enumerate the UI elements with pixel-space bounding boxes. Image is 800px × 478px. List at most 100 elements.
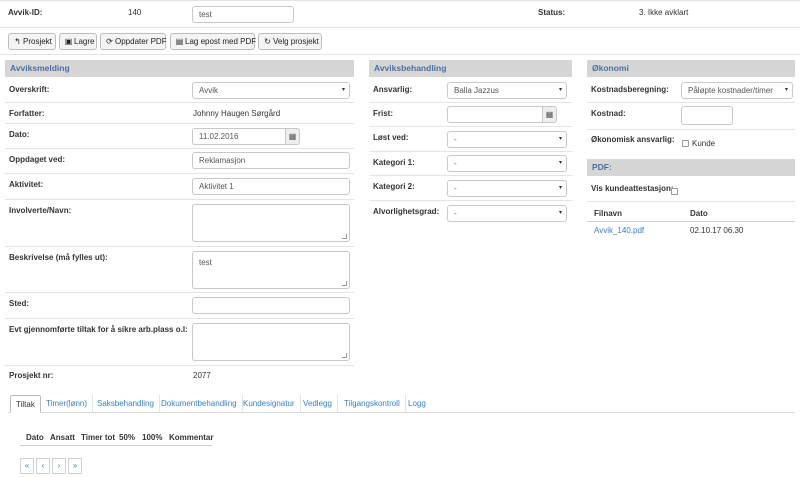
kategori1-label: Kategori 1:: [373, 158, 415, 167]
okonomisk-ansvarlig-label: Økonomisk ansvarlig:: [591, 135, 675, 144]
pdf-file-date: 02.10.17 06.30: [690, 226, 744, 235]
okonomi-header: Økonomi: [587, 60, 795, 77]
kostnadsberegning-label: Kostnadsberegning:: [591, 85, 669, 94]
chevron-down-icon: ▾: [558, 210, 562, 216]
velg-prosjekt-button[interactable]: ↻ Velg prosjekt: [258, 33, 322, 50]
tab-logg[interactable]: Logg: [403, 395, 431, 413]
row-divider: [369, 200, 572, 201]
tab-saksbehandling[interactable]: Saksbehandling: [92, 395, 160, 413]
chevron-down-icon: ▾: [341, 87, 345, 93]
overskrift-select[interactable]: Avvik ▾: [192, 82, 350, 99]
col-kommentar: Kommentar: [169, 433, 214, 442]
col-ansatt: Ansatt: [50, 433, 75, 442]
kostnad-input[interactable]: [681, 106, 733, 125]
row-divider: [5, 123, 354, 124]
resize-grip-icon[interactable]: [342, 281, 347, 286]
tab-tilgangskontroll[interactable]: Tilgangskontroll: [339, 395, 406, 413]
lost-ved-select[interactable]: - ▾: [447, 131, 567, 148]
involverte-label: Involverte/Navn:: [9, 206, 72, 215]
involverte-textarea[interactable]: [192, 204, 350, 242]
pdf-header: PDF:: [587, 159, 795, 176]
tab-vedlegg[interactable]: Vedlegg: [298, 395, 338, 413]
oppdaget-input[interactable]: Reklamasjon: [192, 152, 350, 169]
oppdaget-label: Oppdaget ved:: [9, 155, 66, 164]
pagination-prev[interactable]: ‹: [36, 458, 50, 474]
kategori2-select[interactable]: - ▾: [447, 180, 567, 197]
frist-calendar-button[interactable]: ▦: [542, 106, 557, 123]
col-100: 100%: [142, 433, 163, 442]
resize-grip-icon[interactable]: [342, 353, 347, 358]
header-divider: [0, 27, 800, 28]
envelope-icon: ▤: [175, 37, 184, 46]
pagination-last[interactable]: »: [68, 458, 82, 474]
chevron-down-icon: ▾: [558, 136, 562, 142]
tab-dokumentbehandling[interactable]: Dokumentbehandling: [156, 395, 243, 413]
chevron-down-icon: ▾: [558, 160, 562, 166]
prosjekt-nr-value: 2077: [193, 371, 211, 380]
frist-label: Frist:: [373, 109, 393, 118]
row-divider: [587, 201, 795, 202]
sted-label: Sted:: [9, 299, 29, 308]
row-divider: [5, 148, 354, 149]
aktivitet-input[interactable]: Aktivitet 1: [192, 178, 350, 195]
toolbar-divider: [0, 54, 800, 55]
vis-kundeattestasjon-checkbox[interactable]: [671, 188, 678, 195]
ansvarlig-select[interactable]: Balla Jazzus ▾: [447, 82, 567, 99]
avvik-id-label: Avvik-ID:: [8, 8, 43, 17]
row-divider: [369, 175, 572, 176]
lag-epost-button[interactable]: ▤ Lag epost med PDF: [170, 33, 256, 50]
dato-label: Dato:: [9, 130, 30, 139]
floppy-icon: ▣: [64, 37, 73, 46]
tab-tiltak[interactable]: Tiltak: [10, 395, 41, 413]
row-divider: [5, 292, 354, 293]
calendar-button[interactable]: ▦: [285, 128, 300, 145]
row-divider: [587, 129, 795, 130]
pdf-table-divider: [587, 221, 795, 222]
row-divider: [5, 199, 354, 200]
row-divider: [5, 173, 354, 174]
prosjekt-nr-label: Prosjekt nr:: [9, 371, 54, 380]
kostnadsberegning-select[interactable]: Påløpte kostnader/timer ▾: [681, 82, 793, 99]
tiltak-label: Evt gjennomførte tiltak for å sikre arb.…: [9, 325, 188, 334]
pdf-file-link[interactable]: Avvik_140.pdf: [594, 226, 644, 235]
tab-kundesignatur[interactable]: Kundesignatur: [238, 395, 301, 413]
row-divider: [587, 102, 795, 103]
ansvarlig-label: Ansvarlig:: [373, 85, 413, 94]
pagination-first[interactable]: «: [20, 458, 34, 474]
kategori1-select[interactable]: - ▾: [447, 155, 567, 172]
calendar-icon: ▦: [288, 132, 297, 141]
kunde-checkbox[interactable]: [682, 140, 689, 147]
rotate-icon: ↻: [264, 37, 271, 46]
chevron-down-icon: ▾: [784, 87, 788, 93]
refresh-icon: ⟳: [106, 37, 113, 46]
beskrivelse-textarea[interactable]: test: [192, 251, 350, 289]
calendar-icon: ▦: [545, 110, 554, 119]
forfatter-value: Johnny Haugen Sørgård: [193, 109, 281, 118]
pagination-next[interactable]: ›: [52, 458, 66, 474]
lost-ved-label: Løst ved:: [373, 133, 409, 142]
lagre-button[interactable]: ▣ Lagre: [59, 33, 97, 50]
row-divider: [369, 126, 572, 127]
avviksmelding-header: Avviksmelding: [5, 60, 354, 77]
avviksbehandling-header: Avviksbehandling: [369, 60, 572, 77]
alvorlighet-label: Alvorlighetsgrad:: [373, 207, 440, 216]
alvorlighet-select[interactable]: - ▾: [447, 205, 567, 222]
aktivitet-label: Aktivitet:: [9, 180, 44, 189]
row-divider: [5, 365, 354, 366]
sted-input[interactable]: [192, 297, 350, 314]
avvik-title-input[interactable]: test: [192, 6, 294, 23]
prosjekt-button[interactable]: ↰ Prosjekt: [8, 33, 56, 50]
chevron-down-icon: ▾: [558, 185, 562, 191]
frist-input[interactable]: [447, 106, 543, 123]
resize-grip-icon[interactable]: [342, 234, 347, 239]
kategori2-label: Kategori 2:: [373, 182, 415, 191]
status-value: 3. Ikke avklart: [639, 8, 689, 17]
row-divider: [5, 102, 354, 103]
tiltak-textarea[interactable]: [192, 323, 350, 361]
overskrift-label: Overskrift:: [9, 85, 50, 94]
tab-timer-lonn[interactable]: Timer(lønn): [41, 395, 94, 413]
kunde-label: Kunde: [692, 139, 716, 148]
chevron-down-icon: ▾: [558, 87, 562, 93]
dato-input[interactable]: 11.02.2016: [192, 128, 286, 145]
oppdater-pdf-button[interactable]: ⟳ Oppdater PDF: [100, 33, 167, 50]
